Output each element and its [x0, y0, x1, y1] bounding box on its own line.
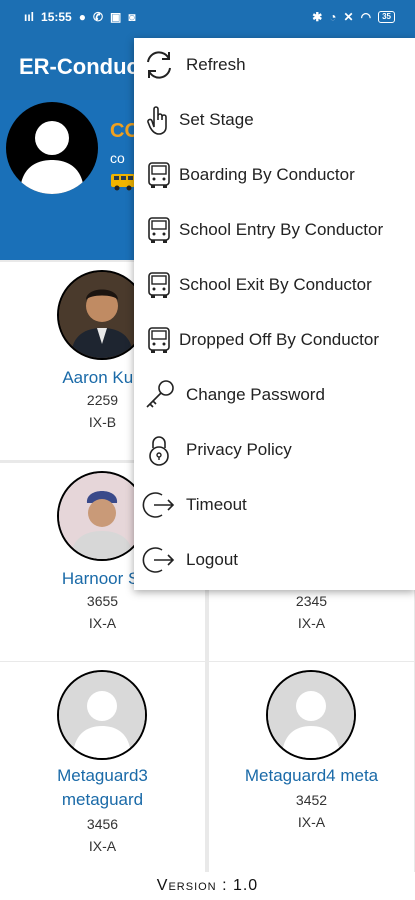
exit-icon: [142, 492, 175, 518]
bluetooth-icon: ✱: [312, 10, 323, 24]
bus-icon: [148, 272, 170, 298]
menu-item-set-stage[interactable]: Set Stage: [134, 93, 415, 148]
student-photo-image: [59, 272, 145, 358]
conductor-avatar: [6, 102, 98, 194]
conductor-subtitle: co: [110, 150, 125, 166]
student-card[interactable]: Metaguard4 meta 3452 IX-A: [209, 662, 414, 872]
status-bar: ııl 15:55 ● ✆ ▣ ◙ ✱ ◔ ✕ ◠ 35: [0, 0, 415, 34]
student-id: 3452: [295, 792, 328, 808]
version-label: Version : 1.0: [0, 872, 415, 900]
padlock-icon: [149, 436, 169, 466]
key-icon: [146, 380, 174, 408]
bus-icon: [148, 217, 170, 243]
person-placeholder-icon: [268, 672, 354, 758]
person-placeholder-icon: [59, 672, 145, 758]
bus-icon: [148, 162, 170, 188]
student-class: IX-A: [297, 814, 326, 830]
student-photo-placeholder: [266, 670, 356, 760]
person-silhouette-icon: [20, 121, 84, 194]
menu-label-set-stage: Set Stage: [179, 110, 254, 129]
menu-label-boarding: Boarding By Conductor: [179, 165, 355, 184]
phone-icon: ✆: [92, 10, 104, 24]
refresh-icon: [147, 51, 171, 79]
menu-label-privacy-policy: Privacy Policy: [186, 440, 292, 459]
bus-icon: [148, 327, 170, 353]
student-card[interactable]: Metaguard3 metaguard 3456 IX-A: [0, 662, 205, 872]
menu-label-change-password: Change Password: [186, 385, 325, 404]
student-id: 2345: [295, 593, 328, 609]
student-class: IX-A: [297, 615, 326, 631]
menu-label-school-exit: School Exit By Conductor: [179, 275, 372, 294]
overflow-menu: Refresh Set Stage Boarding By Conductor …: [134, 38, 415, 590]
school-bus-icon: [111, 174, 135, 191]
menu-item-logout[interactable]: Logout: [134, 533, 415, 588]
student-id: 3456: [86, 816, 119, 832]
dot-icon: ●: [78, 10, 86, 24]
status-time: 15:55: [41, 10, 72, 24]
menu-item-change-password[interactable]: Change Password: [134, 368, 415, 423]
wifi-icon: ◠: [360, 10, 372, 24]
menu-label-logout: Logout: [186, 550, 238, 569]
hand-pointer-icon: [147, 106, 167, 135]
student-class: IX-A: [88, 838, 117, 854]
menu-item-boarding[interactable]: Boarding By Conductor: [134, 148, 415, 203]
menu-item-school-exit[interactable]: School Exit By Conductor: [134, 258, 415, 313]
student-photo-placeholder: [57, 670, 147, 760]
mute-icon: ✕: [343, 10, 354, 24]
student-class: IX-A: [88, 615, 117, 631]
camera-icon: ◙: [128, 10, 136, 24]
status-right: ✱ ◔ ✕ ◠ 35: [312, 10, 395, 24]
menu-label-school-entry: School Entry By Conductor: [179, 220, 384, 239]
battery-icon: 35: [378, 11, 395, 23]
student-name-line2[interactable]: metaguard: [0, 788, 205, 812]
student-name[interactable]: Metaguard4 meta: [209, 764, 414, 788]
menu-label-dropped-off: Dropped Off By Conductor: [179, 330, 380, 349]
alarm-icon: ◔: [329, 10, 337, 24]
menu-label-timeout: Timeout: [186, 495, 247, 514]
student-name-line1[interactable]: Metaguard3: [0, 764, 205, 788]
menu-item-refresh[interactable]: Refresh: [134, 38, 415, 93]
signal-icon: ııl: [24, 10, 35, 24]
menu-item-school-entry[interactable]: School Entry By Conductor: [134, 203, 415, 258]
student-id: 3655: [86, 593, 119, 609]
menu-label-refresh: Refresh: [186, 55, 246, 74]
status-left: ııl 15:55 ● ✆ ▣ ◙: [24, 10, 136, 24]
exit-icon: [142, 547, 175, 573]
menu-item-timeout[interactable]: Timeout: [134, 478, 415, 533]
menu-item-privacy-policy[interactable]: Privacy Policy: [134, 423, 415, 478]
image-icon: ▣: [110, 10, 122, 24]
menu-item-dropped-off[interactable]: Dropped Off By Conductor: [134, 313, 415, 368]
student-photo-image: [59, 473, 145, 559]
